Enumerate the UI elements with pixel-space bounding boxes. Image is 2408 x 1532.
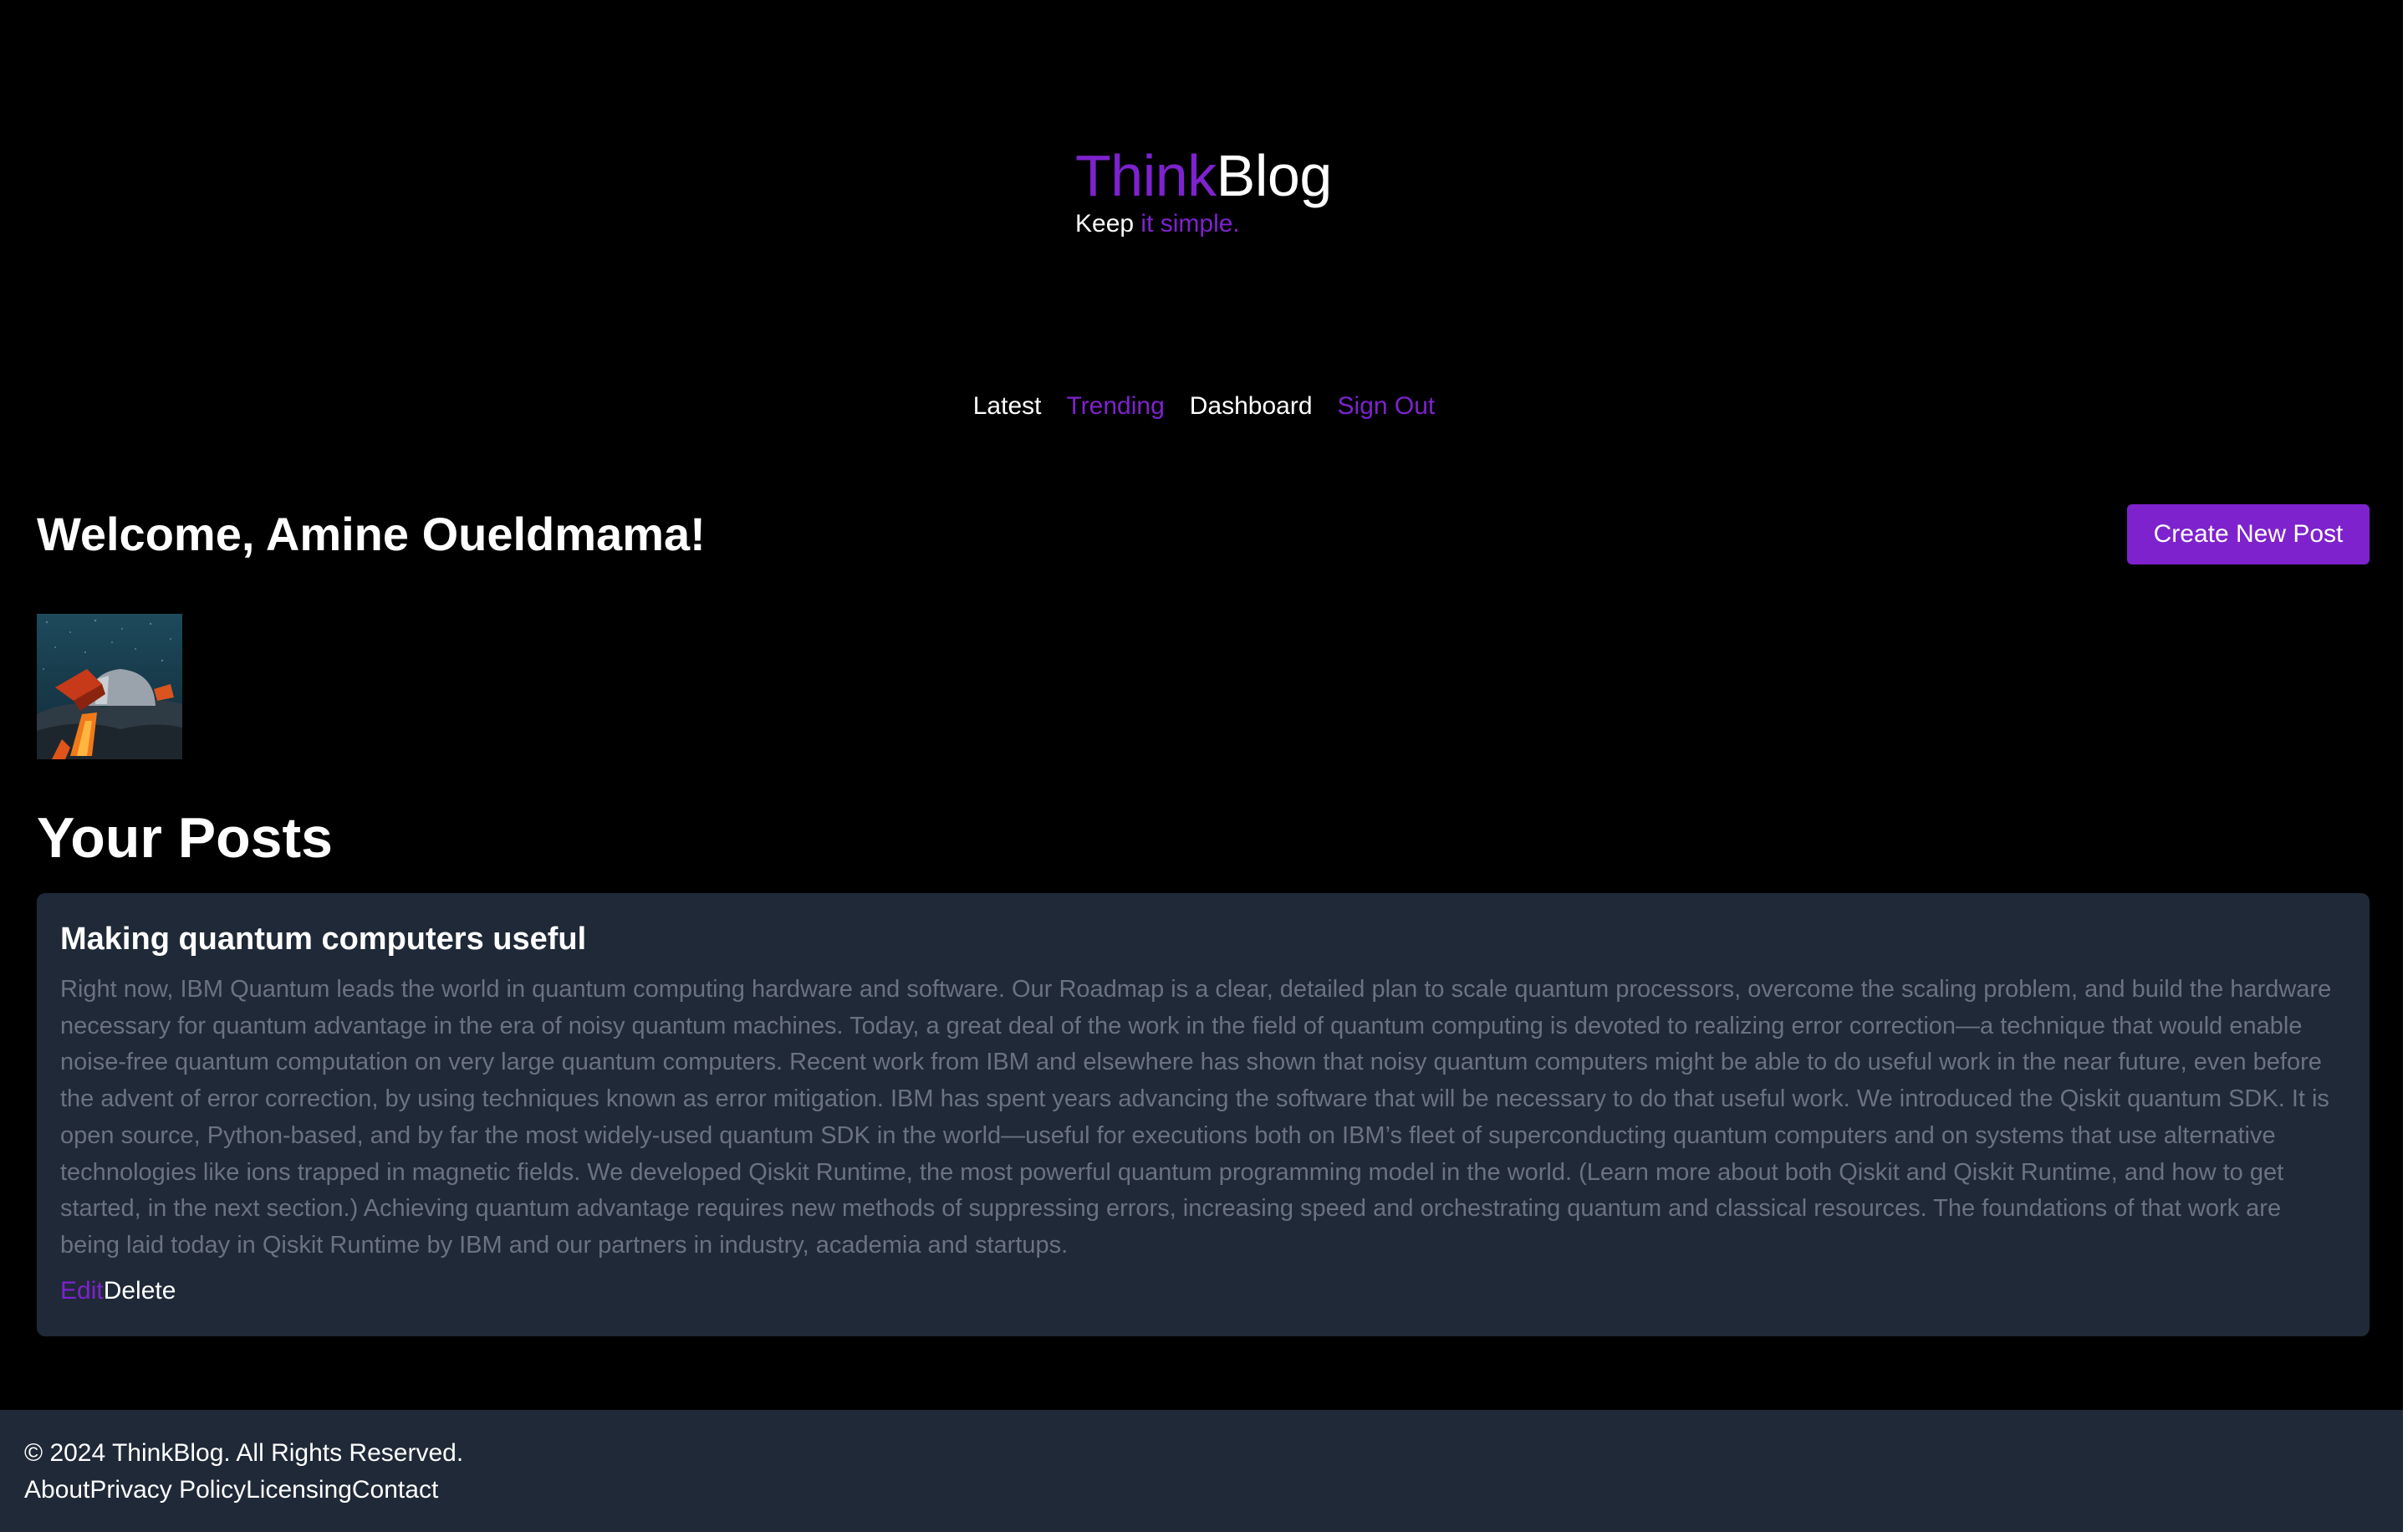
edit-post-link[interactable]: Edit: [60, 1277, 104, 1305]
post-body: Right now, IBM Quantum leads the world i…: [60, 976, 2332, 1259]
nav-trending[interactable]: Trending: [1066, 390, 1164, 423]
window-edge: [2403, 0, 2408, 1532]
nav-latest[interactable]: Latest: [973, 390, 1042, 423]
nav-dashboard[interactable]: Dashboard: [1190, 390, 1313, 423]
post-card: Making quantum computers useful Right no…: [37, 893, 2370, 1336]
footer-copyright: © 2024 ThinkBlog. All Rights Reserved.: [24, 1439, 464, 1467]
footer-link-contact[interactable]: Contact: [352, 1476, 438, 1504]
create-new-post-button[interactable]: Create New Post: [2127, 504, 2370, 564]
footer-link-about[interactable]: About: [24, 1476, 89, 1504]
your-posts-heading: Your Posts: [37, 806, 333, 870]
main-nav: Latest Trending Dashboard Sign Out: [0, 390, 2408, 423]
tagline-accent: it simple.: [1140, 210, 1240, 237]
post-title[interactable]: Making quantum computers useful: [60, 918, 2346, 960]
logo-blog: Blog: [1216, 143, 1333, 208]
site-header: ThinkBlog Keep it simple.: [1075, 140, 1332, 239]
site-logo[interactable]: ThinkBlog: [1075, 140, 1332, 211]
post-actions: EditDelete: [60, 1274, 2346, 1308]
footer-link-licensing[interactable]: Licensing: [246, 1476, 352, 1504]
site-footer: © 2024 ThinkBlog. All Rights Reserved. A…: [0, 1410, 2408, 1532]
site-tagline: Keep it simple.: [1075, 209, 1332, 239]
welcome-heading: Welcome, Amine Oueldmama!: [37, 508, 706, 560]
tagline-keep: Keep: [1075, 210, 1141, 237]
footer-link-privacy-policy[interactable]: Privacy Policy: [89, 1476, 246, 1504]
footer-links: AboutPrivacy PolicyLicensingContact: [24, 1472, 2384, 1509]
nav-sign-out[interactable]: Sign Out: [1338, 390, 1436, 423]
dashboard-page: ThinkBlog Keep it simple. Latest Trendin…: [0, 0, 2408, 1532]
user-avatar-image: [37, 614, 182, 759]
logo-think: Think: [1075, 143, 1217, 208]
user-avatar: [37, 614, 182, 759]
delete-post-link[interactable]: Delete: [104, 1277, 176, 1305]
